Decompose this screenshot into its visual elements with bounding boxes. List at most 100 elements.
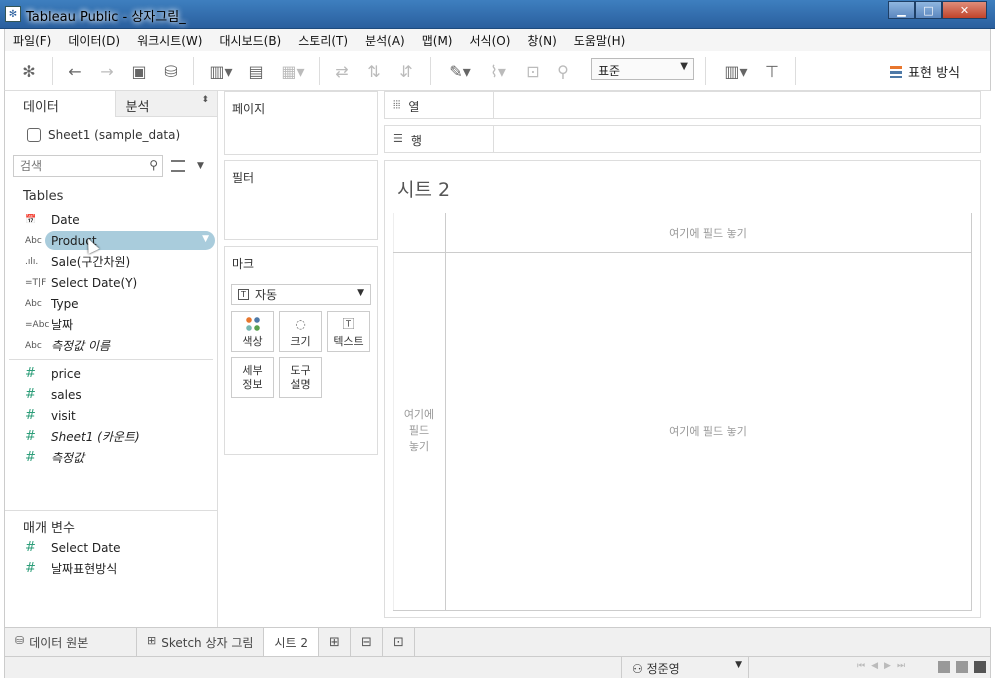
menu-worksheet[interactable]: 워크시트(W) — [137, 32, 202, 49]
menu-analysis[interactable]: 분석(A) — [365, 32, 405, 49]
new-worksheet-icon[interactable]: ▥▾ — [205, 61, 237, 81]
data-pane-tabs: 데이터 분석 ⬍ — [5, 91, 217, 117]
field-name: Type — [51, 296, 79, 311]
text-mark-label: 텍스트 — [333, 334, 364, 348]
divider — [9, 359, 213, 360]
show-labels-icon[interactable]: ⊡ — [523, 61, 543, 81]
tabs-view-icon[interactable] — [974, 661, 986, 673]
color-mark-button[interactable]: 색상 — [231, 311, 274, 352]
menu-window[interactable]: 창(N) — [527, 32, 556, 49]
field-select-date-y[interactable]: =T|F Select Date(Y) — [5, 272, 217, 293]
toolbar-separator — [319, 57, 320, 85]
detail-mark-button[interactable]: 세부 정보 — [231, 357, 274, 398]
undo-icon[interactable]: ← — [65, 61, 85, 81]
rows-icon: ☰ — [393, 132, 403, 145]
close-button[interactable]: ✕ — [942, 1, 987, 19]
sort-descending-icon[interactable]: ⇵ — [396, 61, 416, 81]
tab-data-source[interactable]: ⛁ 데이터 원본 — [5, 628, 137, 656]
drop-zone-rows-line3: 놓기 — [408, 440, 430, 453]
menu-help[interactable]: 도움말(H) — [574, 32, 626, 49]
drop-zone-rows[interactable]: 여기에 필드 놓기 — [393, 407, 445, 455]
datasource-item[interactable]: Sheet1 (sample_data) — [5, 117, 217, 147]
save-icon[interactable]: ▣ — [129, 61, 149, 81]
field-sheet1-count[interactable]: # Sheet1 (카운트) — [5, 426, 217, 447]
mark-type-select[interactable]: T 자동 ▼ — [231, 284, 371, 305]
columns-shelf[interactable]: ⦙⦙⦙ 열 — [384, 91, 981, 119]
pages-shelf[interactable]: 페이지 — [224, 91, 378, 155]
view-list-icon[interactable] — [171, 160, 185, 172]
field-measure-names[interactable]: Abc 측정값 이름 — [5, 335, 217, 356]
canvas-divider — [445, 213, 446, 610]
toolbar-separator — [705, 57, 706, 85]
show-me-button[interactable]: 표현 방식 — [890, 62, 960, 81]
menu-file[interactable]: 파일(F) — [13, 32, 51, 49]
text-mark-button[interactable]: 🅃 텍스트 — [327, 311, 370, 352]
param-date-format[interactable]: # 날짜표현방식 — [5, 558, 217, 579]
maximize-button[interactable]: □ — [915, 1, 942, 19]
rows-shelf[interactable]: ☰ 행 — [384, 125, 981, 153]
menu-format[interactable]: 서식(O) — [470, 32, 511, 49]
new-dashboard-tab-icon[interactable]: ⊟ — [351, 628, 383, 656]
field-type[interactable]: Abc Type — [5, 293, 217, 314]
tab-sheet2-label: 시트 2 — [274, 636, 308, 650]
rows-shelf-label: 행 — [410, 134, 422, 148]
tab-sketch-boxplot[interactable]: ⊞ Sketch 상자 그림 — [137, 628, 265, 656]
field-sales[interactable]: # sales — [5, 384, 217, 405]
redo-icon[interactable]: → — [97, 61, 117, 81]
filters-shelf-title: 필터 — [232, 171, 255, 185]
clear-sheet-icon[interactable]: ▦▾ — [277, 61, 309, 81]
menu-data[interactable]: 데이터(D) — [68, 32, 120, 49]
user-select[interactable]: ⚇ 정준영 ▼ — [621, 657, 749, 678]
field-date[interactable]: 📅 Date — [5, 209, 217, 230]
tab-analysis[interactable]: 분석 ⬍ — [114, 91, 217, 117]
duplicate-sheet-icon[interactable]: ▤ — [246, 61, 266, 81]
highlight-icon[interactable]: ✎▾ — [445, 61, 475, 81]
filmstrip-icon[interactable] — [956, 661, 968, 673]
chevron-down-icon[interactable]: ▼ — [202, 234, 209, 244]
tableau-home-icon[interactable]: ✻ — [19, 61, 39, 81]
field-price[interactable]: # price — [5, 363, 217, 384]
param-select-date[interactable]: # Select Date — [5, 537, 217, 558]
sheet-title[interactable]: 시트 2 — [397, 175, 450, 202]
menu-story[interactable]: 스토리(T) — [298, 32, 348, 49]
size-mark-button[interactable]: ◌ 크기 — [279, 311, 322, 352]
search-icon[interactable]: ⚲ — [149, 158, 158, 172]
menu-dashboard[interactable]: 대시보드(B) — [219, 32, 281, 49]
sort-ascending-icon[interactable]: ⇅ — [364, 61, 384, 81]
pin-icon[interactable]: ⚲ — [553, 61, 573, 81]
presentation-mode-icon[interactable]: ⊤ — [761, 61, 783, 81]
chevron-down-icon[interactable]: ▼ — [197, 161, 204, 171]
tab-data[interactable]: 데이터 — [5, 91, 115, 117]
filters-shelf[interactable]: 필터 — [224, 160, 378, 240]
tab-sheet2[interactable]: 시트 2 — [264, 628, 319, 656]
fit-select[interactable]: 표준 ▼ — [591, 58, 694, 80]
field-name: 측정값 — [51, 451, 85, 465]
tableau-logo-icon: ✻ — [5, 6, 21, 22]
columns-shelf-label: 열 — [408, 100, 420, 114]
drop-zone-rows-line1: 여기에 — [403, 408, 435, 421]
drop-zone-columns[interactable]: 여기에 필드 놓기 — [445, 225, 971, 241]
field-visit[interactable]: # visit — [5, 405, 217, 426]
new-worksheet-tab-icon[interactable]: ⊞ — [319, 628, 351, 656]
canvas-border — [971, 213, 972, 610]
text-icon: 🅃 — [342, 317, 355, 331]
field-date-kr[interactable]: =Abc 날짜 — [5, 314, 217, 335]
field-product[interactable]: Abc Product ▼ — [5, 230, 217, 254]
group-paperclip-icon[interactable]: ⌇▾ — [483, 61, 513, 81]
toolbar: ✻ ← → ▣ ⛁ ▥▾ ▤ ▦▾ ⇄ ⇅ ⇵ ✎▾ ⌇▾ ⊡ ⚲ 표준 ▼ ▥… — [4, 51, 991, 91]
field-sale-bin[interactable]: .ılı. Sale(구간차원) — [5, 251, 217, 272]
new-datasource-icon[interactable]: ⛁ — [161, 61, 181, 81]
new-story-tab-icon[interactable]: ⊡ — [383, 628, 415, 656]
search-input[interactable] — [14, 156, 142, 176]
sheet-tabs: ⛁ 데이터 원본 ⊞ Sketch 상자 그림 시트 2 ⊞ ⊟ ⊡ — [4, 627, 991, 656]
show-cards-icon[interactable]: ▥▾ — [719, 61, 753, 81]
field-measure-values[interactable]: # 측정값 — [5, 447, 217, 468]
menu-map[interactable]: 맵(M) — [422, 32, 453, 49]
sheet-sorter-icon[interactable] — [938, 661, 950, 673]
swap-icon[interactable]: ⇄ — [332, 61, 352, 81]
sheet-navigation-icon[interactable]: ⏮◀▶⏭ — [857, 661, 911, 671]
minimize-button[interactable]: ▁ — [888, 1, 915, 19]
tooltip-mark-button[interactable]: 도구 설명 — [279, 357, 322, 398]
data-pane: 데이터 분석 ⬍ Sheet1 (sample_data) ⚲ ▼ Tables… — [4, 91, 218, 627]
drop-zone-center[interactable]: 여기에 필드 놓기 — [445, 423, 971, 439]
